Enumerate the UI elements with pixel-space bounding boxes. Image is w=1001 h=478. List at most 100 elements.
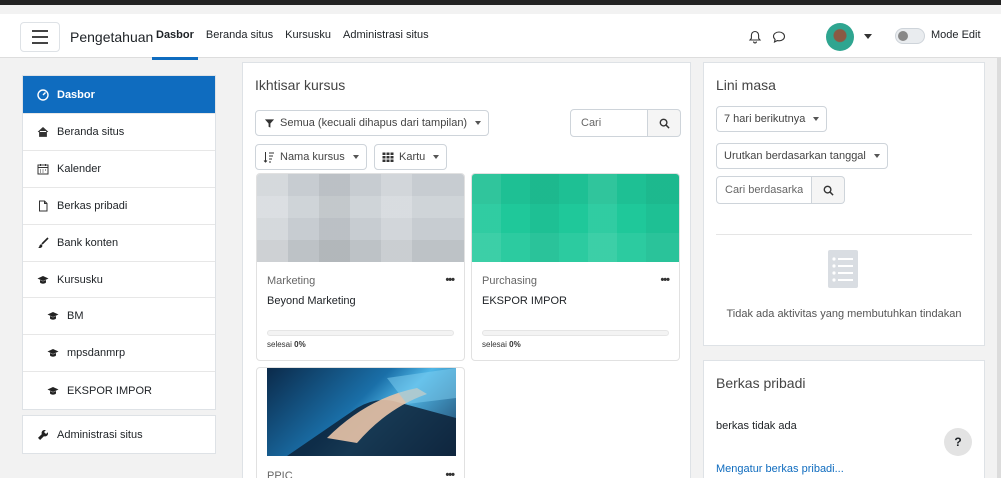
- course-search-button[interactable]: [648, 109, 681, 137]
- private-files-block: Berkas pribadi berkas tidak ada Mengatur…: [703, 360, 985, 478]
- course-actions-menu-icon[interactable]: •••: [660, 274, 670, 286]
- file-icon: [37, 200, 49, 212]
- timeline-divider: [716, 234, 972, 235]
- timeline-search-button[interactable]: [812, 176, 845, 204]
- course-image: [267, 368, 456, 456]
- course-name-link[interactable]: Beyond Marketing: [267, 295, 356, 307]
- sidebar-item-dasbor[interactable]: Dasbor: [23, 76, 215, 114]
- course-image: [257, 174, 464, 262]
- course-progress-text: selesai 0%: [482, 340, 521, 349]
- course-sort-label: Nama kursus: [280, 151, 345, 163]
- timeline-range-dropdown[interactable]: 7 hari berikutnya: [716, 106, 828, 132]
- wrench-icon: [37, 429, 49, 441]
- nav-link-beranda-situs[interactable]: Beranda situs: [206, 29, 273, 41]
- dashboard-icon: [37, 88, 49, 101]
- timeline-search-input[interactable]: Cari berdasarka: [716, 176, 812, 204]
- sidebar-item-ekspor-impor[interactable]: EKSPOR IMPOR: [23, 372, 215, 409]
- chevron-down-icon: [813, 117, 820, 121]
- course-progress-text: selesai 0%: [267, 340, 306, 349]
- nav-link-kursusku[interactable]: Kursusku: [285, 29, 331, 41]
- sidebar-item-label: Administrasi situs: [57, 428, 143, 441]
- course-overview-block: Ikhtisar kursus Semua (kecuali dihapus d…: [242, 62, 691, 478]
- nav-link-administrasi-situs[interactable]: Administrasi situs: [343, 29, 429, 41]
- course-image: [472, 174, 679, 262]
- help-button[interactable]: ?: [944, 428, 972, 456]
- filter-icon: [263, 117, 275, 129]
- timeline-sort-dropdown[interactable]: Urutkan berdasarkan tanggal: [716, 143, 888, 169]
- sidebar-item-kalender[interactable]: Kalender: [23, 151, 215, 188]
- graduation-cap-icon: [47, 310, 59, 322]
- sidebar-item-label: EKSPOR IMPOR: [67, 384, 152, 397]
- course-progress-bar: [482, 330, 669, 336]
- sidebar-item-label: BM: [67, 310, 84, 323]
- search-icon: [659, 118, 670, 129]
- home-icon: [37, 126, 49, 138]
- graduation-cap-icon: [47, 385, 59, 397]
- course-category: PPIC: [267, 470, 293, 478]
- course-filter-label: Semua (kecuali dihapus dari tampilan): [280, 117, 468, 129]
- hamburger-menu-button[interactable]: [20, 22, 60, 52]
- chevron-down-icon: [475, 121, 482, 125]
- top-border: [0, 0, 1001, 5]
- timeline-range-label: 7 hari berikutnya: [724, 113, 806, 125]
- hand-tablet-illustration: [287, 368, 456, 456]
- course-card-ppic[interactable]: PPIC •••: [256, 367, 465, 478]
- timeline-sort-label: Urutkan berdasarkan tanggal: [724, 150, 866, 162]
- course-category: Purchasing: [482, 275, 538, 287]
- sidebar-item-label: mpsdanmrp: [67, 347, 126, 360]
- sidebar-item-beranda-situs[interactable]: Beranda situs: [23, 114, 215, 151]
- nav-link-dasbor[interactable]: Dasbor: [152, 29, 198, 60]
- calendar-icon: [37, 163, 49, 175]
- sidebar-item-bank-konten[interactable]: Bank konten: [23, 225, 215, 262]
- course-actions-menu-icon[interactable]: •••: [445, 274, 455, 286]
- sidebar-item-label: Kalender: [57, 162, 102, 175]
- course-overview-title: Ikhtisar kursus: [255, 77, 346, 93]
- private-files-empty-text: berkas tidak ada: [716, 420, 797, 432]
- user-avatar[interactable]: [826, 23, 854, 51]
- manage-private-files-link[interactable]: Mengatur berkas pribadi...: [716, 463, 844, 475]
- bell-icon[interactable]: [748, 30, 762, 44]
- sidebar-item-label: Bank konten: [57, 236, 119, 249]
- sidebar-item-label: Dasbor: [57, 88, 95, 101]
- course-sort-dropdown[interactable]: Nama kursus: [255, 144, 367, 170]
- edit-mode-label: Mode Edit: [931, 29, 981, 41]
- timeline-block: Lini masa 7 hari berikutnya Urutkan berd…: [703, 62, 985, 346]
- course-search-input[interactable]: Cari: [570, 109, 648, 137]
- course-actions-menu-icon[interactable]: •••: [445, 469, 455, 478]
- brush-icon: [37, 237, 49, 249]
- sidebar-item-label: Kursusku: [57, 273, 103, 286]
- course-view-label: Kartu: [399, 151, 426, 163]
- course-search-placeholder: Cari: [581, 117, 602, 129]
- chevron-down-icon: [352, 155, 359, 159]
- sidebar-item-bm[interactable]: BM: [23, 298, 215, 336]
- sidebar-item-label: Beranda situs: [57, 125, 125, 138]
- edit-mode-toggle[interactable]: [895, 28, 925, 44]
- sidebar-admin-group: Administrasi situs: [22, 415, 216, 455]
- course-view-dropdown[interactable]: Kartu: [374, 144, 448, 170]
- user-menu-chevron-down-icon[interactable]: [864, 34, 872, 39]
- empty-activity-icon: [828, 250, 858, 288]
- sidebar-item-kursusku[interactable]: Kursusku: [23, 262, 215, 299]
- site-brand[interactable]: Pengetahuan: [70, 29, 153, 45]
- chevron-down-icon: [873, 154, 880, 158]
- graduation-cap-icon: [47, 347, 59, 359]
- sidebar-item-label: Berkas pribadi: [57, 199, 128, 212]
- course-filter-dropdown[interactable]: Semua (kecuali dihapus dari tampilan): [255, 110, 490, 136]
- course-progress-bar: [267, 330, 454, 336]
- primary-navigation: Dasbor Beranda situs Kursusku Administra…: [152, 29, 429, 60]
- chat-icon[interactable]: [772, 30, 786, 44]
- page-scrollbar[interactable]: [997, 58, 1001, 478]
- timeline-title: Lini masa: [716, 77, 776, 93]
- course-name-link[interactable]: EKSPOR IMPOR: [482, 295, 567, 307]
- course-card-beyond-marketing[interactable]: Marketing ••• Beyond Marketing selesai 0…: [256, 173, 465, 361]
- sidebar-item-mpsdanmrp[interactable]: mpsdanmrp: [23, 335, 215, 373]
- timeline-empty-text: Tidak ada aktivitas yang membutuhkan tin…: [726, 308, 962, 320]
- course-card-ekspor-impor[interactable]: Purchasing ••• EKSPOR IMPOR selesai 0%: [471, 173, 680, 361]
- sidebar-item-berkas-pribadi[interactable]: Berkas pribadi: [23, 188, 215, 225]
- grid-view-icon: [382, 151, 394, 163]
- search-icon: [823, 185, 834, 196]
- sidebar-item-administrasi-situs[interactable]: Administrasi situs: [23, 416, 215, 453]
- timeline-search-placeholder: Cari berdasarka: [725, 184, 803, 196]
- sort-alpha-icon: [263, 151, 275, 163]
- navbar: Pengetahuan Dasbor Beranda situs Kursusk…: [0, 14, 1001, 60]
